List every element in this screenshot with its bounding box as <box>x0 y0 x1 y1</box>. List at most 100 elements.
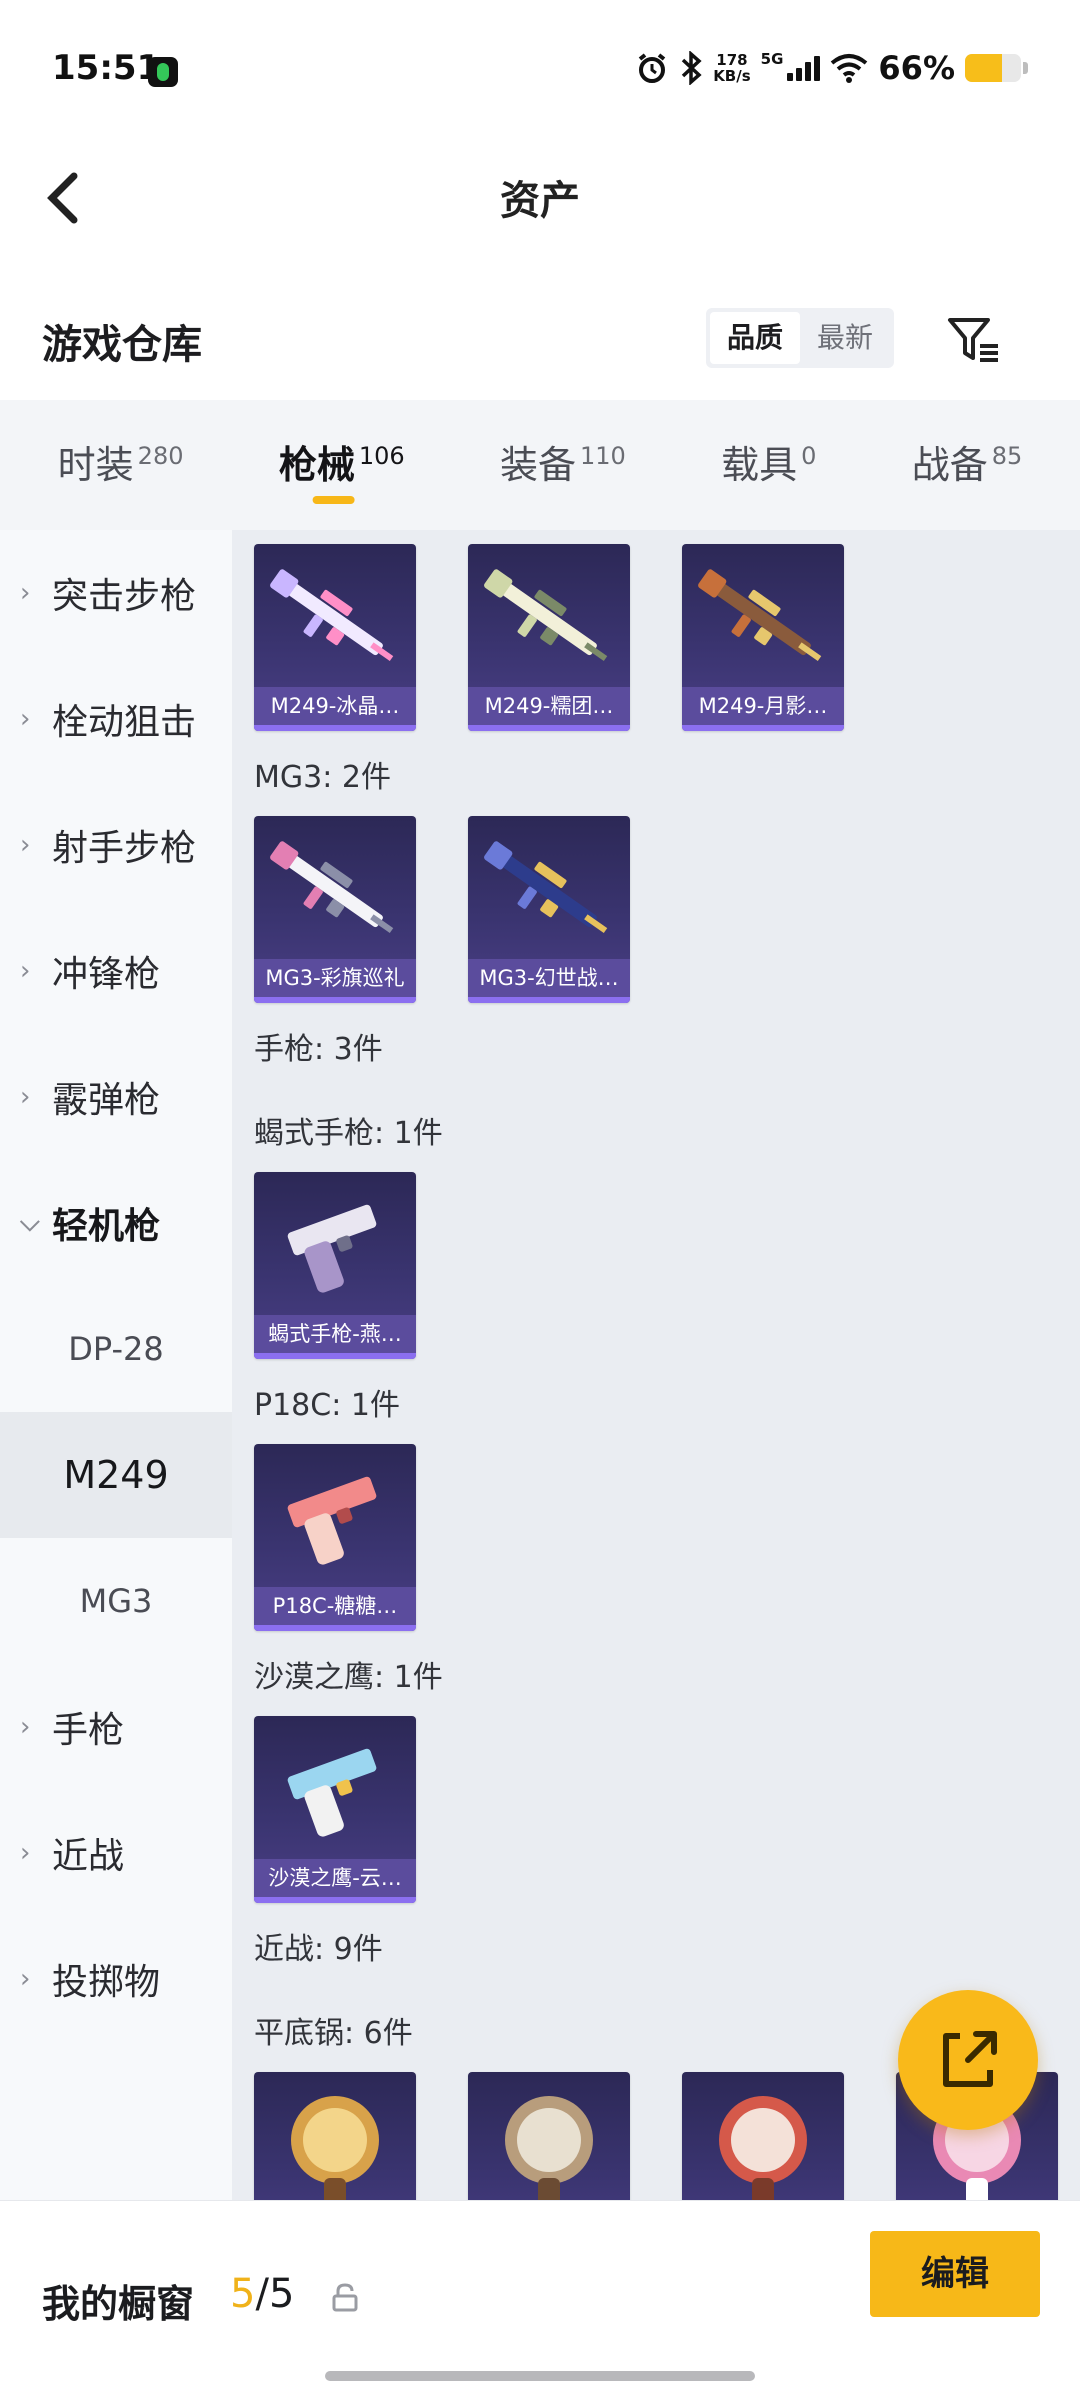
item-card[interactable] <box>682 2072 844 2200</box>
chevron-right-icon: › <box>20 704 31 734</box>
sidebar-category-label: 霰弹枪 <box>52 1080 161 1121</box>
page-title: 资产 <box>500 178 580 224</box>
alarm-icon <box>638 53 666 83</box>
tab-2[interactable]: 装备 110 <box>500 400 626 530</box>
lock-icon <box>332 2283 358 2312</box>
group-label-pan: 平底锅: 6件 <box>254 2016 413 2051</box>
sidebar-category[interactable]: › 投掷物 <box>0 1916 232 2042</box>
item-card[interactable]: 沙漠之鹰-云… <box>254 1716 416 1903</box>
weapon-art-icon <box>287 1476 377 1565</box>
network-type: 5G <box>760 50 784 68</box>
sidebar-category[interactable]: › 手枪 <box>0 1664 232 1790</box>
tab-active-indicator <box>312 496 355 504</box>
tab-0[interactable]: 时装 280 <box>58 400 184 530</box>
sidebar-category-label: 冲锋枪 <box>52 954 161 995</box>
item-card[interactable]: P18C-糖糖… <box>254 1444 416 1631</box>
weapon-art-icon <box>484 569 608 662</box>
signal-icon <box>787 55 821 81</box>
item-name: P18C-糖糖… <box>254 1587 416 1625</box>
tab-label: 枪械 <box>278 443 355 487</box>
group-label-scorpion: 蝎式手枪: 1件 <box>254 1116 443 1151</box>
share-button[interactable] <box>898 1990 1038 2130</box>
home-indicator[interactable] <box>325 2371 755 2381</box>
group-label-pistol: 手枪: 3件 <box>254 1032 383 1067</box>
network-speed: 178 KB/s <box>713 51 751 85</box>
tab-label: 载具 <box>721 443 798 487</box>
tab-count: 280 <box>137 442 184 471</box>
showcase-bar: 我的橱窗 5/5 编辑 <box>0 2200 1080 2400</box>
sidebar-category-label: 投掷物 <box>52 1962 161 2003</box>
sort-newest-button[interactable]: 最新 <box>800 312 890 364</box>
item-card[interactable]: 蝎式手枪-燕… <box>254 1172 416 1359</box>
wifi-icon <box>831 54 868 83</box>
item-card[interactable]: MG3-幻世战… <box>468 816 630 1003</box>
warehouse-header: 游戏仓库 品质 最新 <box>0 270 1080 400</box>
tab-label: 时装 <box>57 443 134 487</box>
weapon-art-icon <box>698 569 822 662</box>
item-name: M249-月影… <box>682 687 844 725</box>
sort-toggle: 品质 最新 <box>706 308 894 368</box>
chevron-right-icon: › <box>20 1964 31 1994</box>
sidebar-category-label: 栓动狙击 <box>52 702 197 743</box>
item-name: 蝎式手枪-燕… <box>254 1315 416 1353</box>
weapon-art-icon <box>505 2096 593 2200</box>
item-card[interactable] <box>254 2072 416 2200</box>
sidebar-category[interactable]: › 栓动狙击 <box>0 656 232 782</box>
edit-button[interactable]: 编辑 <box>870 2231 1040 2317</box>
status-bar: 15:51 178 KB/s 5G 66% <box>0 0 1080 140</box>
sidebar-category[interactable]: › 突击步枪 <box>0 530 232 656</box>
sidebar-category-label: 射手步枪 <box>52 828 197 869</box>
weapon-art-icon <box>270 569 394 662</box>
group-label-p18c: P18C: 1件 <box>254 1388 400 1423</box>
sidebar-category-label: 突击步枪 <box>52 576 197 617</box>
tab-4[interactable]: 战备 85 <box>912 400 1023 530</box>
sidebar-category-label: 手枪 <box>52 1710 125 1751</box>
item-name: MG3-彩旗巡礼 <box>254 959 416 997</box>
weapon-art-icon <box>291 2096 379 2200</box>
sidebar-category[interactable]: › 射手步枪 <box>0 782 232 908</box>
filter-icon[interactable] <box>944 310 1004 370</box>
tab-3[interactable]: 载具 0 <box>721 400 816 530</box>
item-card[interactable]: M249-冰晶… <box>254 544 416 731</box>
sidebar-category[interactable]: › 冲锋枪 <box>0 908 232 1034</box>
sidebar-category[interactable]: › 近战 <box>0 1790 232 1916</box>
weapon-art-icon <box>287 1204 377 1293</box>
item-row-scorpion: 蝎式手枪-燕… <box>254 1172 416 1359</box>
weapon-type-sidebar: › 突击步枪 › 栓动狙击 › 射手步枪 › 冲锋枪 › 霰弹枪 ⌵ 轻机枪 DP-28 M249 MG3 ›… <box>0 530 232 2200</box>
status-time: 15:51 <box>52 48 161 88</box>
group-label-mg3: MG3: 2件 <box>254 760 391 795</box>
item-card[interactable] <box>468 2072 630 2200</box>
sort-quality-button[interactable]: 品质 <box>710 312 800 364</box>
group-label-melee: 近战: 9件 <box>254 1932 383 1967</box>
tab-1[interactable]: 枪械 106 <box>279 400 405 530</box>
tab-label: 战备 <box>911 443 988 487</box>
item-name: M249-糯团… <box>468 687 630 725</box>
weapon-art-icon <box>719 2096 807 2200</box>
tab-count: 106 <box>358 442 405 471</box>
sidebar-subcategory[interactable]: MG3 <box>0 1538 232 1664</box>
item-row-m249: M249-冰晶… M249-糯团… M249-月影… <box>254 544 844 731</box>
showcase-count: 5/5 <box>230 2271 295 2317</box>
sidebar-category-label: 轻机枪 <box>52 1206 161 1247</box>
item-name: MG3-幻世战… <box>468 959 630 997</box>
sidebar-subcategory[interactable]: DP-28 <box>0 1286 232 1412</box>
group-label-deagle: 沙漠之鹰: 1件 <box>254 1660 443 1695</box>
sidebar-category[interactable]: ⌵ 轻机枪 <box>0 1160 232 1286</box>
battery-icon <box>965 54 1021 82</box>
chevron-right-icon: › <box>20 578 31 608</box>
status-indicators: 178 KB/s 5G 66% <box>635 46 1028 90</box>
tab-count: 110 <box>579 442 626 471</box>
item-row-p18c: P18C-糖糖… <box>254 1444 416 1631</box>
chevron-right-icon: › <box>20 1082 31 1112</box>
chevron-right-icon: › <box>20 1712 31 1742</box>
sidebar-subcategory[interactable]: M249 <box>0 1412 232 1538</box>
item-card[interactable]: M249-月影… <box>682 544 844 731</box>
item-card[interactable]: MG3-彩旗巡礼 <box>254 816 416 1003</box>
sidebar-category[interactable]: › 霰弹枪 <box>0 1034 232 1160</box>
chevron-right-icon: › <box>20 1838 31 1868</box>
sidebar-category-label: 近战 <box>52 1836 125 1877</box>
item-grid: M249-冰晶… M249-糯团… M249-月影… MG3: 2件 MG3-彩… <box>232 530 1080 2200</box>
item-card[interactable]: M249-糯团… <box>468 544 630 731</box>
showcase-label: 我的橱窗 <box>42 2282 195 2326</box>
app-notification-icon <box>148 57 178 87</box>
